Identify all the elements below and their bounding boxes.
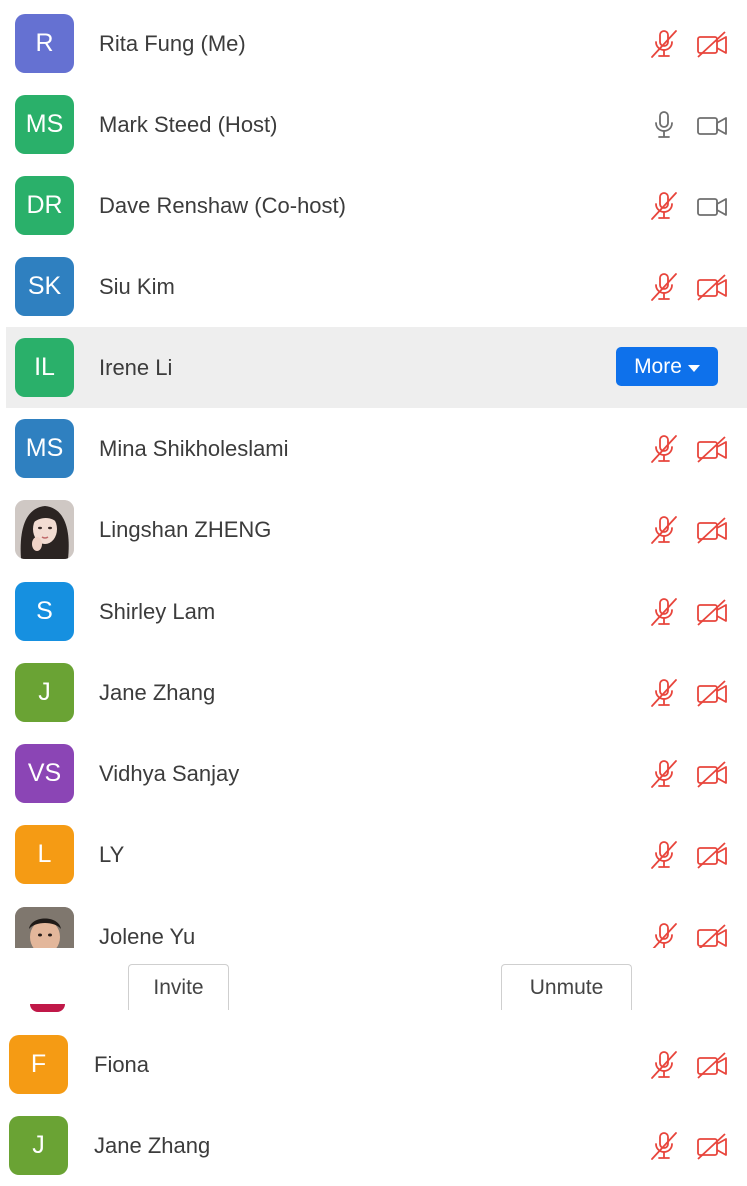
participant-name: Mark Steed (Host)	[99, 112, 278, 137]
participant-row[interactable]: F Fiona	[0, 1024, 747, 1105]
participant-row[interactable]: J Jane Zhang	[0, 652, 747, 733]
participant-row[interactable]: MS Mina Shikholeslami	[0, 408, 747, 489]
avatar: VS	[15, 744, 74, 803]
portrait-woman-icon	[15, 500, 74, 559]
video-off-icon[interactable]	[695, 28, 729, 60]
video-off-icon[interactable]	[695, 596, 729, 628]
microphone-muted-icon[interactable]	[647, 514, 681, 546]
avatar: J	[9, 1116, 68, 1175]
participant-name: Fiona	[94, 1052, 150, 1077]
participant-row[interactable]: VS Vidhya Sanjay	[0, 733, 747, 814]
microphone-muted-icon[interactable]	[647, 1130, 681, 1162]
video-off-icon[interactable]	[695, 839, 729, 871]
participant-name: Jane Zhang	[99, 680, 216, 705]
avatar: J	[15, 663, 74, 722]
participant-name: Lingshan ZHENG	[99, 517, 272, 542]
avatar: DR	[15, 176, 74, 235]
microphone-icon[interactable]	[647, 109, 681, 141]
avatar: SK	[15, 257, 74, 316]
avatar-photo	[15, 907, 74, 948]
avatar: MS	[15, 95, 74, 154]
clipped-row-region: Jolene Yu	[0, 896, 747, 948]
video-off-icon[interactable]	[695, 271, 729, 303]
video-off-icon[interactable]	[695, 677, 729, 709]
avatar-photo	[15, 500, 74, 559]
microphone-muted-icon[interactable]	[647, 596, 681, 628]
portrait-child-icon	[15, 907, 74, 948]
participant-name: Mina Shikholeslami	[99, 436, 289, 461]
participant-name: Siu Kim	[99, 274, 175, 299]
microphone-muted-icon[interactable]	[647, 433, 681, 465]
participant-name: Vidhya Sanjay	[99, 761, 240, 786]
video-camera-icon[interactable]	[695, 109, 729, 141]
participant-name: Irene Li	[99, 355, 173, 380]
video-off-icon[interactable]	[695, 921, 729, 948]
microphone-muted-icon[interactable]	[647, 271, 681, 303]
participant-row[interactable]: S Shirley Lam	[0, 571, 747, 652]
microphone-muted-icon[interactable]	[647, 190, 681, 222]
unmute-button[interactable]: Unmute	[501, 964, 632, 1010]
caret-down-icon	[687, 364, 700, 372]
microphone-muted-icon[interactable]	[647, 677, 681, 709]
video-off-icon[interactable]	[695, 433, 729, 465]
participant-row[interactable]: R Rita Fung (Me)	[0, 3, 747, 84]
microphone-muted-icon[interactable]	[647, 921, 681, 948]
video-camera-icon[interactable]	[695, 190, 729, 222]
participant-row[interactable]: DR Dave Renshaw (Co-host)	[0, 165, 747, 246]
participant-name: Shirley Lam	[99, 599, 216, 624]
participant-row[interactable]: SK Siu Kim	[0, 246, 747, 327]
microphone-muted-icon[interactable]	[647, 1049, 681, 1081]
participant-name: Rita Fung (Me)	[99, 31, 246, 56]
participant-row[interactable]: L LY	[0, 814, 747, 895]
avatar-fragment	[30, 1004, 65, 1012]
participant-row[interactable]: J Jane Zhang	[0, 1105, 747, 1186]
microphone-muted-icon[interactable]	[647, 28, 681, 60]
participant-name: Jolene Yu	[99, 924, 196, 948]
video-off-icon[interactable]	[695, 1130, 729, 1162]
avatar: MS	[15, 419, 74, 478]
more-button-label: More	[634, 354, 682, 378]
more-button[interactable]: More	[616, 347, 718, 386]
avatar: S	[15, 582, 74, 641]
invite-button[interactable]: Invite	[128, 964, 229, 1010]
video-off-icon[interactable]	[695, 514, 729, 546]
avatar: L	[15, 825, 74, 884]
participant-name: LY	[99, 842, 125, 867]
participant-row[interactable]: Jolene Yu	[0, 896, 747, 948]
avatar: F	[9, 1035, 68, 1094]
video-off-icon[interactable]	[695, 758, 729, 790]
microphone-muted-icon[interactable]	[647, 758, 681, 790]
participant-row[interactable]: MS Mark Steed (Host)	[0, 84, 747, 165]
action-bar: Invite Unmute	[0, 948, 747, 1010]
microphone-muted-icon[interactable]	[647, 839, 681, 871]
participant-row[interactable]: Lingshan ZHENG	[0, 489, 747, 570]
avatar: IL	[15, 338, 74, 397]
participant-name: Dave Renshaw (Co-host)	[99, 193, 346, 218]
avatar: R	[15, 14, 74, 73]
participant-row-selected[interactable]: IL Irene Li More	[6, 327, 747, 408]
participant-name: Jane Zhang	[94, 1133, 211, 1158]
video-off-icon[interactable]	[695, 1049, 729, 1081]
